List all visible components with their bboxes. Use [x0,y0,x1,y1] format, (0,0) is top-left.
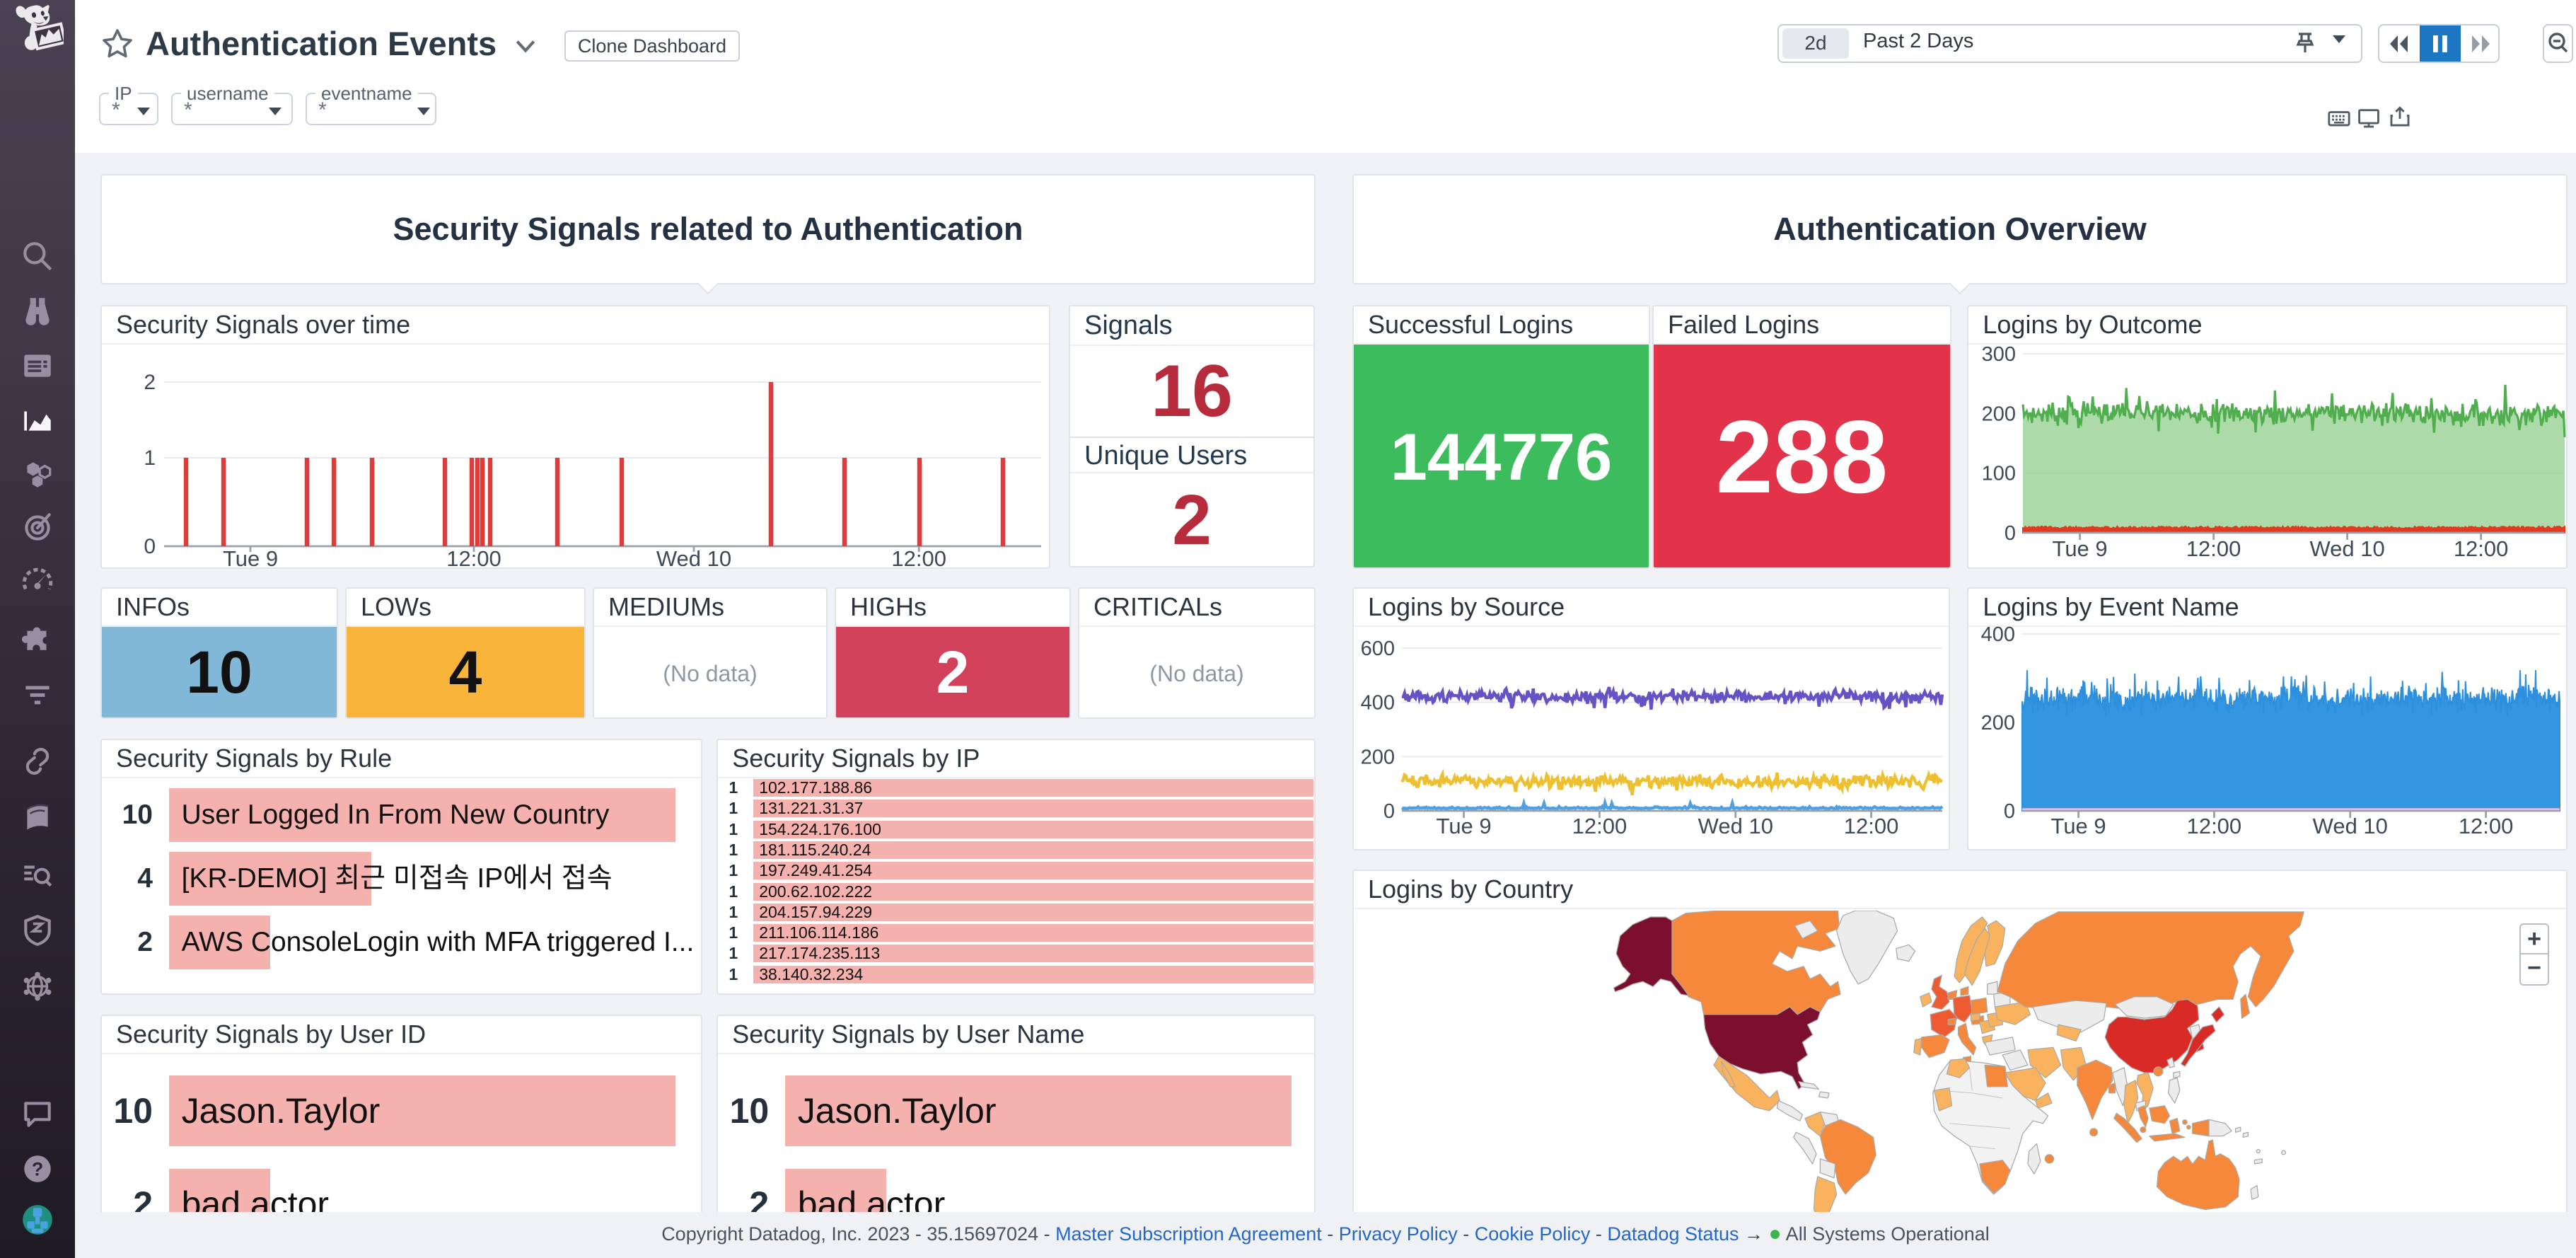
svg-text:12:00: 12:00 [2454,536,2509,561]
svg-text:0: 0 [2004,800,2015,823]
svg-text:Tue 9: Tue 9 [2053,536,2108,561]
svg-text:Tue 9: Tue 9 [223,546,278,569]
svg-text:12:00: 12:00 [891,546,946,569]
svg-text:300: 300 [1982,343,2016,366]
svg-text:Wed 10: Wed 10 [656,546,731,569]
svg-text:2: 2 [144,371,156,394]
svg-text:12:00: 12:00 [2187,814,2242,838]
svg-text:12:00: 12:00 [1572,814,1628,838]
svg-text:12:00: 12:00 [2459,814,2514,838]
svg-text:0: 0 [144,535,156,558]
svg-text:1: 1 [144,446,156,470]
svg-text:200: 200 [1981,712,2015,734]
svg-text:0: 0 [2004,522,2016,545]
svg-text:Tue 9: Tue 9 [2051,814,2106,838]
svg-text:12:00: 12:00 [1844,814,1899,838]
svg-text:200: 200 [1982,403,2016,425]
svg-text:Tue 9: Tue 9 [1437,814,1492,838]
svg-text:100: 100 [1982,463,2016,485]
svg-text:Wed 10: Wed 10 [1698,814,1773,838]
svg-text:200: 200 [1361,746,1395,768]
svg-text:400: 400 [1361,692,1395,715]
svg-text:Wed 10: Wed 10 [2310,536,2385,561]
svg-text:?: ? [32,1158,44,1179]
svg-text:600: 600 [1361,637,1395,660]
svg-text:0: 0 [1383,800,1395,823]
svg-text:400: 400 [1981,623,2015,646]
svg-text:12:00: 12:00 [446,546,501,569]
svg-text:Wed 10: Wed 10 [2313,814,2388,838]
svg-text:12:00: 12:00 [2186,536,2241,561]
